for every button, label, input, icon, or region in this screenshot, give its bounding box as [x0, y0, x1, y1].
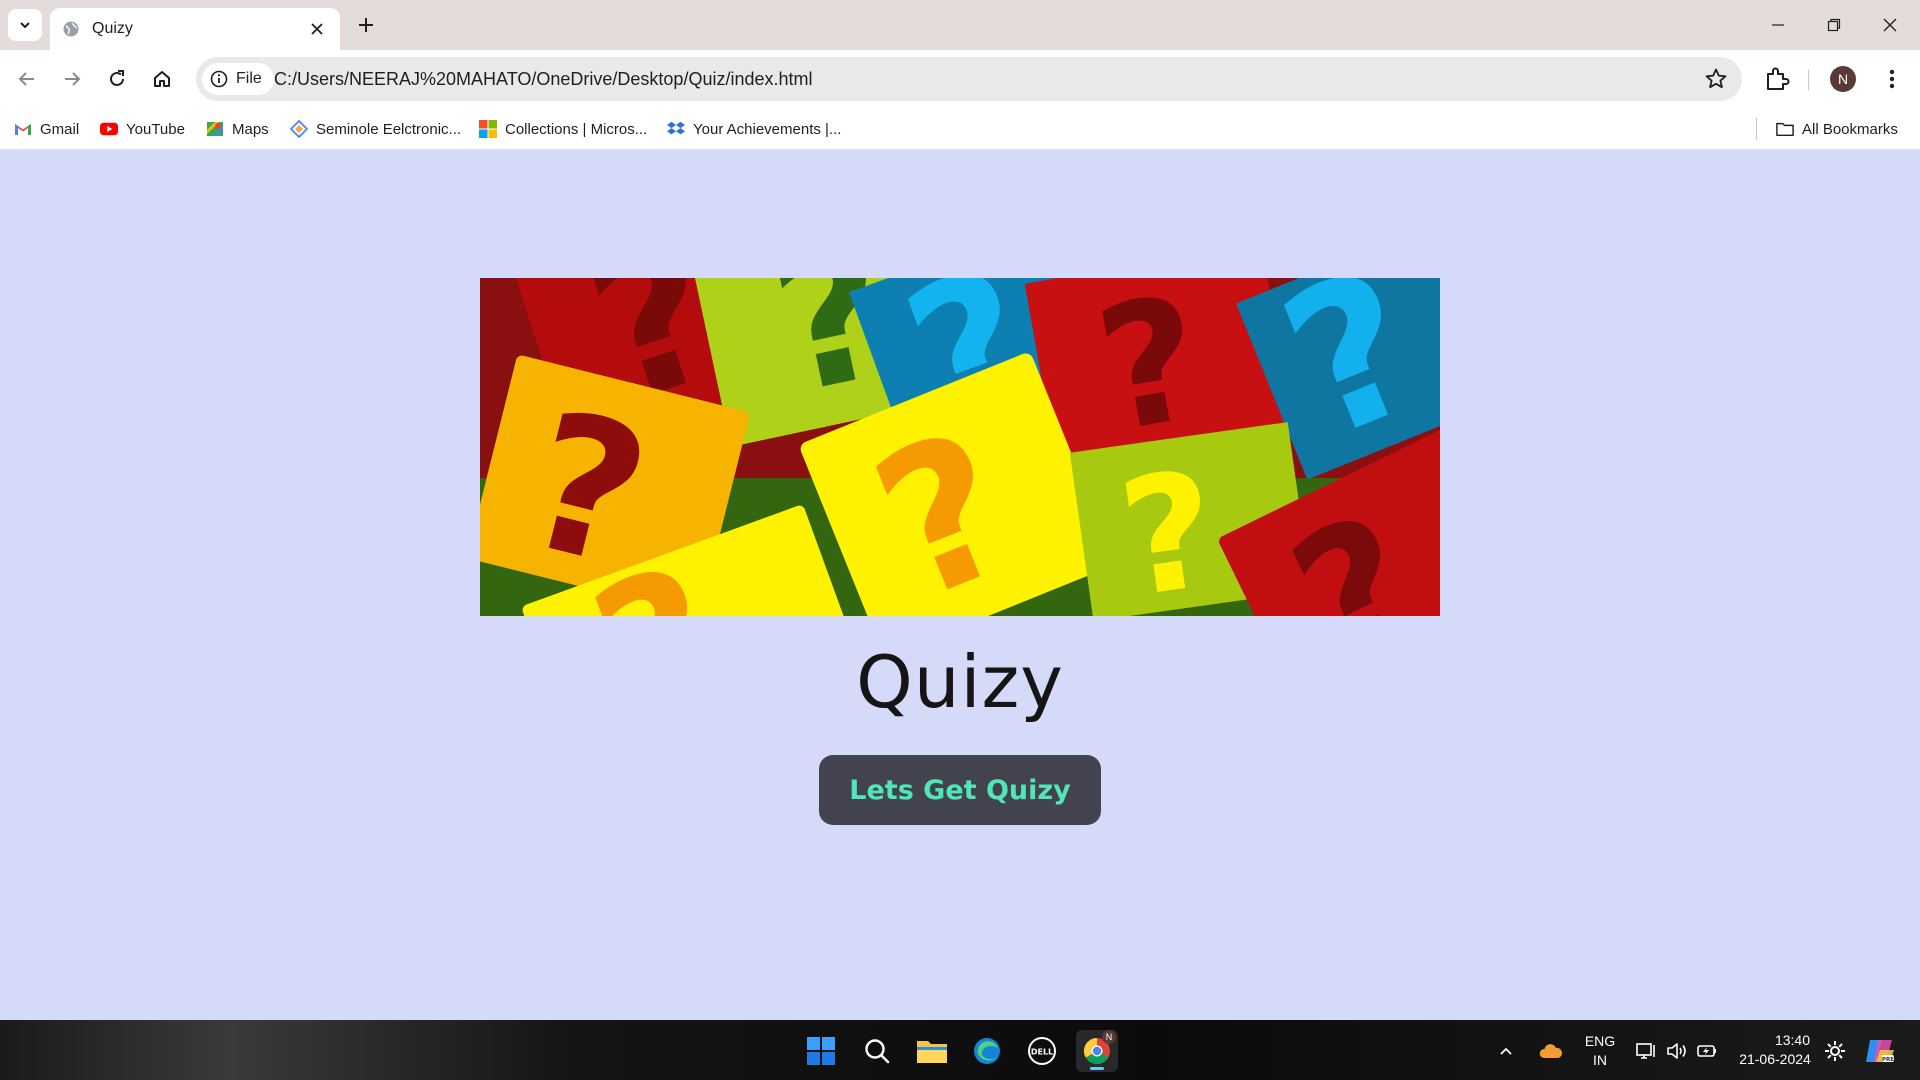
close-icon	[1883, 18, 1897, 32]
network-icon	[1636, 1043, 1655, 1059]
close-tab-button[interactable]	[306, 18, 328, 40]
clock-date: 21-06-2024	[1739, 1051, 1811, 1067]
bookmark-achievements[interactable]: Your Achievements |...	[667, 117, 841, 141]
reload-icon	[110, 70, 124, 86]
all-bookmarks-label: All Bookmarks	[1802, 120, 1898, 138]
file-explorer-button[interactable]	[911, 1030, 953, 1072]
bookmark-gmail[interactable]: Gmail	[14, 117, 79, 141]
bookmark-collections[interactable]: Collections | Micros...	[479, 117, 647, 141]
arrow-right-icon	[65, 72, 81, 86]
bookmarks-bar: Gmail YouTube Maps Seminole Eelctronic..…	[0, 108, 1920, 150]
tab-quizy[interactable]: Quizy	[50, 8, 340, 50]
quiz-banner-image: ? ? ? ? ? ? ? ? ? ?	[480, 278, 1440, 616]
title-bar: Quizy	[0, 0, 1920, 50]
plus-icon	[359, 18, 373, 32]
restore-icon	[1827, 18, 1841, 32]
clock-time: 13:40	[1774, 1032, 1810, 1048]
notifications-button[interactable]	[1820, 1030, 1850, 1072]
copilot-button[interactable]: PRE	[1858, 1030, 1902, 1072]
question-marks-illustration: ? ? ? ? ? ? ? ? ? ?	[480, 278, 1440, 616]
svg-text:DELL: DELL	[1031, 1048, 1053, 1057]
more-vertical-icon	[1889, 69, 1895, 89]
bookmark-label: Seminole Eelctronic...	[316, 120, 462, 138]
start-quiz-button[interactable]: Lets Get Quizy	[819, 755, 1101, 825]
restore-button[interactable]	[1806, 0, 1862, 50]
folder-icon	[1776, 122, 1794, 137]
microsoft-icon	[479, 120, 497, 138]
onedrive-tray-button[interactable]	[1534, 1030, 1568, 1072]
youtube-icon	[100, 122, 118, 136]
site-info-label: File	[236, 70, 262, 87]
bookmark-label: Collections | Micros...	[505, 120, 648, 138]
toolbar-divider	[1808, 70, 1809, 90]
bookmark-youtube[interactable]: YouTube	[100, 117, 185, 141]
bookmark-star-icon[interactable]	[1704, 67, 1728, 91]
search-icon	[865, 1039, 890, 1064]
volume-button[interactable]	[1662, 1030, 1692, 1072]
dropbox-icon	[667, 121, 685, 135]
globe-icon	[63, 21, 79, 37]
address-bar[interactable]: File C:/Users/NEERAJ%20MAHATO/OneDrive/D…	[196, 57, 1742, 101]
minimize-icon	[1772, 24, 1784, 26]
dell-icon: DELL	[1028, 1037, 1056, 1065]
browser-menu-button[interactable]	[1880, 64, 1904, 94]
language-indicator[interactable]: ENG IN	[1578, 1032, 1622, 1070]
bookmark-seminole[interactable]: Seminole Eelctronic...	[290, 117, 461, 141]
copilot-icon: PRE	[1866, 1040, 1894, 1063]
show-hidden-icons-button[interactable]	[1492, 1030, 1520, 1072]
edge-icon	[974, 1038, 1000, 1064]
bookmark-label: Your Achievements |...	[693, 120, 842, 138]
url-text[interactable]: C:/Users/NEERAJ%20MAHATO/OneDrive/Deskto…	[274, 69, 813, 90]
windows-taskbar: DELL N ENG IN 13:40 21-06-2024 PRE	[0, 1020, 1920, 1080]
site-info-chip[interactable]: File	[202, 63, 274, 95]
language-code: ENG	[1584, 1033, 1616, 1049]
battery-button[interactable]	[1692, 1030, 1722, 1072]
minimize-button[interactable]	[1750, 0, 1806, 50]
tab-title: Quizy	[92, 20, 133, 37]
taskbar-search-button[interactable]	[856, 1030, 898, 1072]
bookmark-label: YouTube	[126, 120, 185, 138]
network-button[interactable]	[1632, 1030, 1662, 1072]
close-icon	[311, 23, 323, 35]
page-title: Quizy	[856, 640, 1064, 724]
battery-charging-icon	[1697, 1045, 1716, 1057]
close-window-button[interactable]	[1862, 0, 1918, 50]
info-icon	[210, 70, 228, 88]
windows-logo-icon	[807, 1037, 835, 1065]
arrow-left-icon	[18, 72, 34, 86]
diamond-icon	[290, 120, 308, 138]
svg-text:PRE: PRE	[1882, 1057, 1894, 1063]
chrome-button[interactable]: N	[1076, 1030, 1118, 1072]
bookmarks-divider	[1756, 118, 1757, 140]
chrome-profile-badge: N	[1102, 1030, 1116, 1044]
profile-avatar[interactable]: N	[1830, 66, 1856, 92]
browser-toolbar: File C:/Users/NEERAJ%20MAHATO/OneDrive/D…	[0, 50, 1920, 108]
volume-icon	[1667, 1043, 1686, 1059]
active-indicator	[1090, 1067, 1104, 1070]
edge-button[interactable]	[966, 1030, 1008, 1072]
start-button[interactable]	[800, 1030, 842, 1072]
clock[interactable]: 13:40 21-06-2024	[1730, 1031, 1820, 1069]
maps-icon	[207, 122, 223, 136]
chevron-down-icon	[20, 22, 30, 29]
bookmark-label: Gmail	[40, 120, 80, 138]
back-button[interactable]	[9, 61, 45, 97]
new-tab-button[interactable]	[352, 11, 380, 39]
dell-app-button[interactable]: DELL	[1021, 1030, 1063, 1072]
bookmark-maps[interactable]: Maps	[206, 117, 269, 141]
tab-search-button[interactable]	[8, 9, 42, 41]
reload-button[interactable]	[99, 61, 135, 97]
gmail-icon	[15, 124, 31, 135]
folder-icon	[917, 1041, 947, 1063]
forward-button[interactable]	[54, 61, 90, 97]
home-button[interactable]	[144, 61, 180, 97]
chevron-up-icon	[1500, 1047, 1512, 1055]
cloud-icon	[1539, 1044, 1563, 1058]
home-icon	[154, 71, 170, 87]
extensions-icon[interactable]	[1762, 64, 1792, 94]
all-bookmarks-button[interactable]: All Bookmarks	[1776, 117, 1898, 141]
region-code: IN	[1593, 1052, 1607, 1068]
bookmark-label: Maps	[232, 120, 269, 138]
gear-notification-icon	[1825, 1041, 1845, 1061]
